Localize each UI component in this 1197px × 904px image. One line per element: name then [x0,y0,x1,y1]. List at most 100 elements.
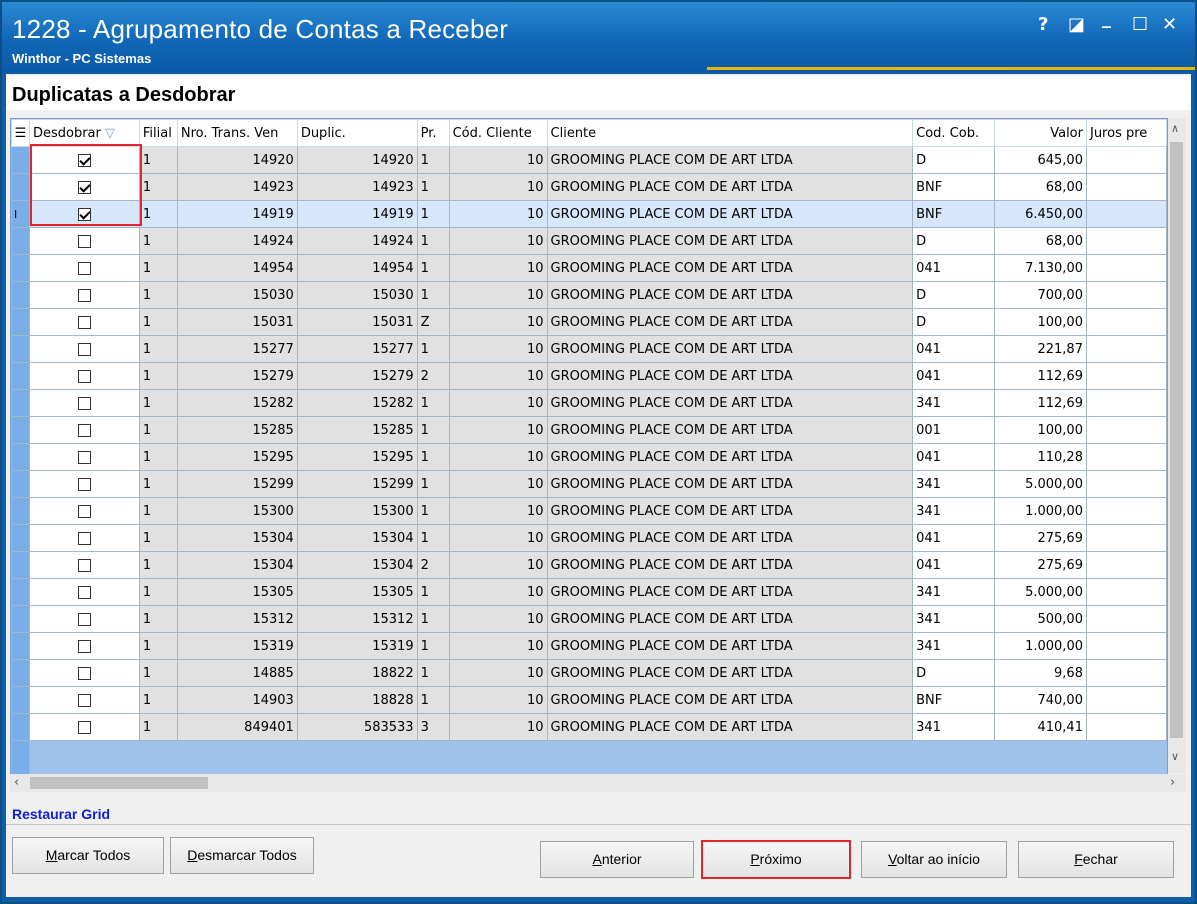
marcar-todos-button[interactable]: Marcar Todos [12,837,164,874]
table-row[interactable]: 1 15305 15305 1 10 GROOMING PLACE COM DE ART … [11,578,1167,606]
table-row[interactable]: 1 15295 15295 1 10 GROOMING PLACE COM DE ART … [11,443,1167,471]
table-row[interactable]: 1 15282 15282 1 10 GROOMING PLACE COM DE ART … [11,389,1167,417]
table-row[interactable]: 1 15319 15319 1 10 GROOMING PLACE COM DE ART … [11,632,1167,660]
proximo-button[interactable]: Próximo [701,840,851,879]
desdobrar-checkbox-cell[interactable] [28,632,140,660]
restore-grid-link[interactable]: Restaurar Grid [12,806,110,822]
row-indicator[interactable] [11,524,30,552]
fechar-button[interactable]: Fechar [1018,841,1174,878]
col-header-valor[interactable]: Valor [994,119,1087,147]
anterior-button[interactable]: Anterior [540,841,694,878]
desdobrar-checkbox[interactable] [77,477,91,491]
table-row[interactable]: 1 15304 15304 2 10 GROOMING PLACE COM DE ART … [11,551,1167,579]
table-row[interactable]: 1 14924 14924 1 10 GROOMING PLACE COM DE ART … [11,227,1167,255]
scroll-down-icon[interactable]: ∨ [1171,750,1179,763]
table-row[interactable]: 1 14920 14920 1 10 GROOMING PLACE COM DE ART … [11,146,1167,174]
row-indicator[interactable] [11,659,30,687]
close-icon[interactable]: ✕ [1162,14,1177,35]
desdobrar-checkbox[interactable] [77,531,91,545]
desdobrar-checkbox-cell[interactable] [28,470,140,498]
col-header-duplic[interactable]: Duplic. [296,119,418,147]
row-indicator[interactable] [11,254,30,282]
desdobrar-checkbox[interactable] [77,234,91,248]
table-row[interactable]: 1 14903 18828 1 10 GROOMING PLACE COM DE ART … [11,686,1167,714]
desdobrar-checkbox[interactable] [77,423,91,437]
row-indicator[interactable] [11,470,30,498]
desdobrar-checkbox[interactable] [77,504,91,518]
desdobrar-checkbox[interactable] [77,666,91,680]
table-row[interactable]: I 1 14919 14919 1 10 GROOMING PLACE COM DE ART… [11,200,1167,228]
restore-layout-icon[interactable]: ◪ [1068,14,1085,35]
desdobrar-checkbox[interactable] [77,342,91,356]
table-row[interactable]: 1 15312 15312 1 10 GROOMING PLACE COM DE ART … [11,605,1167,633]
vertical-scrollbar[interactable]: ∧ ∨ [1168,118,1186,773]
row-indicator[interactable] [11,713,30,741]
desdobrar-checkbox-cell[interactable] [28,227,140,255]
desdobrar-checkbox[interactable] [77,207,91,221]
desdobrar-checkbox[interactable] [77,585,91,599]
desdobrar-checkbox[interactable] [77,693,91,707]
row-indicator[interactable] [11,686,30,714]
col-header-desdobrar[interactable]: Desdobrar ▽ [28,119,140,147]
col-header-cliente[interactable]: Cliente [546,119,914,147]
desdobrar-checkbox-cell[interactable] [28,497,140,525]
col-header-cod-cob[interactable]: Cod. Cob. [912,119,996,147]
desmarcar-todos-button[interactable]: Desmarcar Todos [170,837,314,874]
row-indicator[interactable] [11,551,30,579]
minimize-icon[interactable]: _ [1102,8,1111,29]
desdobrar-checkbox-cell[interactable] [28,281,140,309]
row-indicator[interactable] [11,335,30,363]
row-indicator[interactable] [11,308,30,336]
desdobrar-checkbox-cell[interactable] [28,713,140,741]
desdobrar-checkbox-cell[interactable] [28,416,140,444]
table-row[interactable]: 1 15300 15300 1 10 GROOMING PLACE COM DE ART … [11,497,1167,525]
row-indicator[interactable] [11,443,30,471]
table-row[interactable]: 1 15279 15279 2 10 GROOMING PLACE COM DE ART … [11,362,1167,390]
desdobrar-checkbox-cell[interactable] [28,335,140,363]
table-row[interactable]: 1 14923 14923 1 10 GROOMING PLACE COM DE ART … [11,173,1167,201]
table-row[interactable]: 1 15299 15299 1 10 GROOMING PLACE COM DE ART … [11,470,1167,498]
row-indicator[interactable] [11,362,30,390]
desdobrar-checkbox-cell[interactable] [28,389,140,417]
desdobrar-checkbox-cell[interactable] [28,254,140,282]
desdobrar-checkbox[interactable] [77,720,91,734]
desdobrar-checkbox-cell[interactable] [28,686,140,714]
row-indicator[interactable] [11,146,30,174]
table-row[interactable]: 1 15031 15031 Z 10 GROOMING PLACE COM DE ART … [11,308,1167,336]
desdobrar-checkbox-cell[interactable] [28,578,140,606]
horizontal-scroll-thumb[interactable] [30,777,208,789]
row-indicator[interactable] [11,605,30,633]
table-row[interactable]: 1 15030 15030 1 10 GROOMING PLACE COM DE ART … [11,281,1167,309]
col-header-cod-cliente[interactable]: Cód. Cliente [448,119,548,147]
row-indicator[interactable] [11,578,30,606]
table-row[interactable]: 1 15277 15277 1 10 GROOMING PLACE COM DE ART … [11,335,1167,363]
col-header-pr[interactable]: Pr. [416,119,450,147]
desdobrar-checkbox[interactable] [77,153,91,167]
row-indicator[interactable] [11,227,30,255]
desdobrar-checkbox[interactable] [77,639,91,653]
desdobrar-checkbox[interactable] [77,180,91,194]
vertical-scroll-thumb[interactable] [1170,142,1183,738]
scroll-right-icon[interactable]: › [1170,775,1175,790]
desdobrar-checkbox[interactable] [77,315,91,329]
desdobrar-checkbox[interactable] [77,450,91,464]
horizontal-scrollbar[interactable]: ‹ › [10,774,1186,792]
row-indicator[interactable] [11,281,30,309]
desdobrar-checkbox-cell[interactable] [28,524,140,552]
row-indicator[interactable] [11,632,30,660]
help-icon[interactable]: ? [1038,14,1048,35]
maximize-icon[interactable]: ☐ [1132,14,1148,35]
desdobrar-checkbox[interactable] [77,369,91,383]
table-row[interactable]: 1 14954 14954 1 10 GROOMING PLACE COM DE ART … [11,254,1167,282]
col-header-filial[interactable]: Filial [138,119,178,147]
desdobrar-checkbox-cell[interactable] [28,173,140,201]
desdobrar-checkbox-cell[interactable] [28,146,140,174]
desdobrar-checkbox[interactable] [77,288,91,302]
scroll-up-icon[interactable]: ∧ [1171,122,1179,135]
col-header-juros[interactable]: Juros pre [1085,119,1167,147]
row-indicator[interactable] [11,416,30,444]
row-indicator[interactable]: I [11,200,30,228]
desdobrar-checkbox[interactable] [77,261,91,275]
desdobrar-checkbox-cell[interactable] [28,308,140,336]
desdobrar-checkbox[interactable] [77,558,91,572]
